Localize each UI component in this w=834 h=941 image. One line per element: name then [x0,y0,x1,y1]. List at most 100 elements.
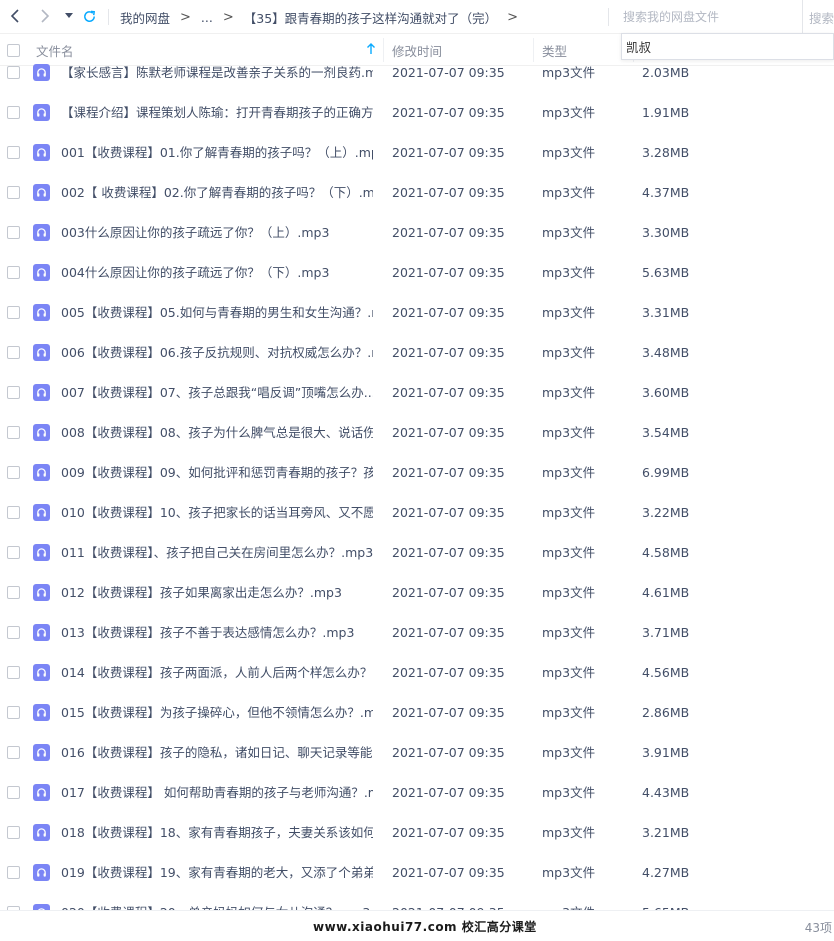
file-type: mp3文件 [542,625,596,640]
file-size: 4.56MB [642,665,690,680]
file-type: mp3文件 [542,465,596,480]
file-type: mp3文件 [542,745,596,760]
forward-button[interactable] [34,5,56,27]
row-checkbox[interactable] [7,146,20,159]
file-name[interactable]: 005【收费课程】05.如何与青春期的男生和女生沟通？.m... [61,293,373,333]
file-name[interactable]: 006【收费课程】06.孩子反抗规则、对抗权威怎么办？.m... [61,333,373,373]
row-checkbox[interactable] [7,586,20,599]
file-row[interactable]: 018【收费课程】18、家有青春期孩子，夫妻关系该如何... 2021-07-07… [0,813,834,853]
file-type: mp3文件 [542,825,596,840]
file-modified-time: 2021-07-07 09:35 [392,865,505,880]
row-checkbox[interactable] [7,746,20,759]
row-checkbox[interactable] [7,706,20,719]
file-name[interactable]: 002【 收费课程】02.你了解青春期的孩子吗？（下）.mp3 [61,173,373,213]
file-name[interactable]: 008【收费课程】08、孩子为什么脾气总是很大、说话伤... [61,413,373,453]
row-checkbox[interactable] [7,506,20,519]
refresh-button[interactable] [78,5,100,27]
file-name[interactable]: 004什么原因让你的孩子疏远了你？（下）.mp3 [61,253,373,293]
row-checkbox[interactable] [7,466,20,479]
file-name[interactable]: 016【收费课程】孩子的隐私，诸如日记、聊天记录等能... [61,733,373,773]
file-name[interactable]: 020【收费课程】20、单亲妈妈如何与女儿沟通？.mp3 [61,893,373,910]
row-checkbox[interactable] [7,306,20,319]
audio-file-icon [33,264,50,281]
file-name[interactable]: 011【收费课程】、孩子把自己关在房间里怎么办？.mp3 [61,533,373,573]
file-row[interactable]: 005【收费课程】05.如何与青春期的男生和女生沟通？.m... 2021-07-… [0,293,834,333]
file-size: 5.65MB [642,893,689,910]
file-type: mp3文件 [542,893,595,910]
file-row[interactable]: 001【收费课程】01.你了解青春期的孩子吗？（上）.mp3 2021-07-07… [0,133,834,173]
file-row[interactable]: 019【收费课程】19、家有青春期的老大，又添了个弟弟... 2021-07-07… [0,853,834,893]
row-checkbox[interactable] [7,346,20,359]
file-name[interactable]: 003什么原因让你的孩子疏远了你？（上）.mp3 [61,213,373,253]
row-checkbox[interactable] [7,626,20,639]
file-name[interactable]: 【课程介绍】课程策划人陈瑜：打开青春期孩子的正确方... [61,93,373,133]
file-name[interactable]: 017【收费课程】 如何帮助青春期的孩子与老师沟通？.m... [61,773,373,813]
back-button[interactable] [4,5,26,27]
file-name[interactable]: 001【收费课程】01.你了解青春期的孩子吗？（上）.mp3 [61,133,373,173]
file-name[interactable]: 015【收费课程】为孩子操碎心，但他不领情怎么办？.m... [61,693,373,733]
file-row[interactable]: 004什么原因让你的孩子疏远了你？（下）.mp3 2021-07-07 09:35… [0,253,834,293]
breadcrumb-current-folder[interactable]: 【35】跟青春期的孩子这样沟通就对了（完） [244,8,497,27]
audio-file-icon [33,584,50,601]
file-row[interactable]: 006【收费课程】06.孩子反抗规则、对抗权威怎么办？.m... 2021-07-… [0,333,834,373]
file-name[interactable]: 007【收费课程】07、孩子总跟我“唱反调”顶嘴怎么办... [61,373,373,413]
row-checkbox[interactable] [7,866,20,879]
file-modified-time: 2021-07-07 09:35 [392,825,505,840]
row-checkbox[interactable] [7,386,20,399]
file-row[interactable]: 012【收费课程】孩子如果离家出走怎么办？.mp3 2021-07-07 09:3… [0,573,834,613]
file-row[interactable]: 007【收费课程】07、孩子总跟我“唱反调”顶嘴怎么办... 2021-07-07… [0,373,834,413]
breadcrumb-ellipsis[interactable]: ... [201,10,213,25]
file-row[interactable]: 015【收费课程】为孩子操碎心，但他不领情怎么办？.m... 2021-07-07… [0,693,834,733]
file-row[interactable]: 014【收费课程】孩子两面派，人前人后两个样怎么办？.... 2021-07-07… [0,653,834,693]
file-name[interactable]: 【家长感言】陈默老师课程是改善亲子关系的一剂良药.m... [61,53,373,93]
row-checkbox[interactable] [7,66,20,79]
row-checkbox[interactable] [7,426,20,439]
row-checkbox[interactable] [7,786,20,799]
file-size: 1.91MB [642,105,690,120]
file-size: 4.58MB [642,545,690,560]
audio-file-icon [33,744,50,761]
row-checkbox[interactable] [7,546,20,559]
file-size: 3.91MB [642,745,690,760]
file-size: 4.61MB [642,585,690,600]
audio-file-icon [33,184,50,201]
search-input[interactable] [615,5,800,29]
row-checkbox[interactable] [7,226,20,239]
history-dropdown-button[interactable] [58,5,80,27]
file-row[interactable]: 003什么原因让你的孩子疏远了你？（上）.mp3 2021-07-07 09:35… [0,213,834,253]
file-row[interactable]: 016【收费课程】孩子的隐私，诸如日记、聊天记录等能... 2021-07-07 … [0,733,834,773]
search-button[interactable]: 搜索 [802,0,834,34]
file-name[interactable]: 019【收费课程】19、家有青春期的老大，又添了个弟弟... [61,853,373,893]
file-name[interactable]: 014【收费课程】孩子两面派，人前人后两个样怎么办？.... [61,653,373,693]
row-checkbox[interactable] [7,186,20,199]
file-name[interactable]: 013【收费课程】孩子不善于表达感情怎么办？.mp3 [61,613,373,653]
file-modified-time: 2021-07-07 09:35 [392,665,505,680]
file-name[interactable]: 012【收费课程】孩子如果离家出走怎么办？.mp3 [61,573,373,613]
file-row[interactable]: 010【收费课程】10、孩子把家长的话当耳旁风、又不愿... 2021-07-07… [0,493,834,533]
file-type: mp3文件 [542,865,596,880]
file-row[interactable]: 002【 收费课程】02.你了解青春期的孩子吗？（下）.mp3 2021-07-0… [0,173,834,213]
file-row[interactable]: 013【收费课程】孩子不善于表达感情怎么办？.mp3 2021-07-07 09:… [0,613,834,653]
file-row[interactable]: 009【收费课程】09、如何批评和惩罚青春期的孩子？孩... 2021-07-07… [0,453,834,493]
file-type: mp3文件 [542,185,596,200]
audio-file-icon [33,224,50,241]
file-name[interactable]: 018【收费课程】18、家有青春期孩子，夫妻关系该如何... [61,813,373,853]
file-type: mp3文件 [542,65,596,80]
breadcrumb-my-drive[interactable]: 我的网盘 [120,8,170,27]
file-row[interactable]: 008【收费课程】08、孩子为什么脾气总是很大、说话伤... 2021-07-07… [0,413,834,453]
file-name[interactable]: 010【收费课程】10、孩子把家长的话当耳旁风、又不愿... [61,493,373,533]
file-row[interactable]: 011【收费课程】、孩子把自己关在房间里怎么办？.mp3 2021-07-07 0… [0,533,834,573]
search-suggestion-item[interactable]: 凯叔 [621,33,834,60]
file-modified-time: 2021-07-07 09:35 [392,265,505,280]
file-name[interactable]: 009【收费课程】09、如何批评和惩罚青春期的孩子？孩... [61,453,373,493]
file-size: 4.27MB [642,865,690,880]
file-size: 6.99MB [642,465,690,480]
row-checkbox[interactable] [7,666,20,679]
row-checkbox[interactable] [7,266,20,279]
file-modified-time: 2021-07-07 09:35 [392,585,505,600]
file-row[interactable]: 【课程介绍】课程策划人陈瑜：打开青春期孩子的正确方... 2021-07-07 0… [0,93,834,133]
file-row[interactable]: 017【收费课程】 如何帮助青春期的孩子与老师沟通？.m... 2021-07-0… [0,773,834,813]
row-checkbox[interactable] [7,826,20,839]
row-checkbox[interactable] [7,106,20,119]
file-row[interactable]: 020【收费课程】20、单亲妈妈如何与女儿沟通？.mp3 2021-07-07 0… [0,893,834,910]
